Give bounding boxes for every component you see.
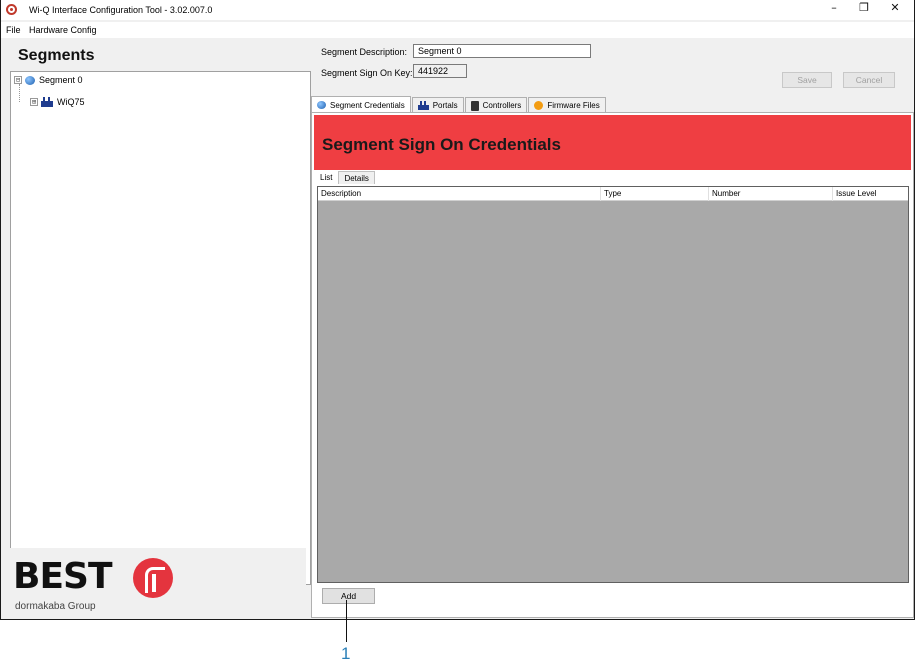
- app-window: Wi-Q Interface Configuration Tool - 3.02…: [0, 0, 915, 620]
- save-button[interactable]: Save: [782, 72, 832, 88]
- close-button[interactable]: ✕: [881, 1, 909, 17]
- controller-icon: [470, 100, 479, 111]
- callout-number: 1: [341, 644, 351, 663]
- segment-description-label: Segment Description:: [321, 47, 408, 57]
- tab-label: Controllers: [482, 101, 522, 110]
- app-logo-icon: [6, 4, 17, 15]
- segment-signon-key-label: Segment Sign On Key:: [321, 68, 413, 78]
- tree-label-portal: WiQ75: [57, 97, 85, 107]
- column-header-issue-level[interactable]: Issue Level: [833, 187, 908, 201]
- tab-controllers[interactable]: Controllers: [464, 97, 528, 113]
- menu-hardware-config[interactable]: Hardware Config: [29, 25, 97, 35]
- tree-label-segment: Segment 0: [39, 75, 83, 85]
- view-subtabs: List Details: [314, 171, 375, 184]
- subtab-list[interactable]: List: [314, 171, 338, 184]
- callout-line: [346, 600, 347, 642]
- segments-title: Segments: [18, 47, 95, 64]
- logo-subtitle: dormakaba Group: [15, 601, 96, 612]
- globe-icon: [25, 75, 35, 85]
- segment-detail-panel: Segment Description: Segment 0 Segment S…: [311, 40, 914, 618]
- brand-logo: BEST dormakaba Group: [5, 548, 306, 618]
- subtab-details[interactable]: Details: [338, 171, 375, 184]
- tab-segment-credentials[interactable]: Segment Credentials: [311, 96, 411, 113]
- segment-description-input[interactable]: Segment 0: [413, 44, 591, 58]
- portal-icon: [41, 97, 53, 107]
- tree-node-segment[interactable]: ⊟ Segment 0: [14, 73, 83, 87]
- tab-firmware-files[interactable]: Firmware Files: [528, 97, 606, 113]
- expand-icon[interactable]: ⊞: [30, 98, 38, 106]
- window-title: Wi-Q Interface Configuration Tool - 3.02…: [29, 5, 213, 15]
- title-bar: Wi-Q Interface Configuration Tool - 3.02…: [1, 0, 914, 20]
- add-button[interactable]: Add: [322, 588, 375, 604]
- globe-icon: [317, 101, 326, 109]
- tab-portals[interactable]: Portals: [411, 97, 464, 113]
- main-tabs: Segment Credentials Portals Controllers …: [311, 96, 607, 113]
- firmware-icon: [534, 101, 544, 110]
- menu-file[interactable]: File: [6, 25, 21, 35]
- credentials-grid[interactable]: Description Type Number Issue Level: [317, 186, 909, 583]
- minimize-button[interactable]: –: [820, 1, 848, 17]
- best-logo-icon: [133, 558, 173, 598]
- menu-bar: File Hardware Config: [1, 22, 914, 38]
- tab-label: Portals: [432, 101, 458, 110]
- segments-panel: Segments ⊟ Segment 0 ⊞ WiQ75: [6, 40, 311, 618]
- column-header-type[interactable]: Type: [601, 187, 709, 201]
- collapse-icon[interactable]: ⊟: [14, 76, 22, 84]
- logo-wordmark: BEST: [13, 556, 113, 597]
- cancel-button[interactable]: Cancel: [843, 72, 895, 88]
- banner-title: Segment Sign On Credentials: [322, 135, 561, 154]
- column-header-number[interactable]: Number: [709, 187, 833, 201]
- column-header-description[interactable]: Description: [318, 187, 601, 201]
- tab-label: Firmware Files: [547, 101, 600, 110]
- tab-label: Segment Credentials: [330, 100, 405, 110]
- tree-node-portal[interactable]: ⊞ WiQ75: [30, 95, 85, 109]
- credentials-banner: Segment Sign On Credentials: [314, 115, 911, 170]
- credentials-tab-content: Segment Sign On Credentials List Details…: [311, 112, 914, 618]
- restore-button[interactable]: ❐: [850, 1, 878, 17]
- segment-tree[interactable]: ⊟ Segment 0 ⊞ WiQ75: [10, 71, 311, 585]
- segment-signon-key-input[interactable]: 441922: [413, 64, 467, 78]
- grid-header: Description Type Number Issue Level: [318, 187, 908, 201]
- portal-icon: [417, 101, 429, 110]
